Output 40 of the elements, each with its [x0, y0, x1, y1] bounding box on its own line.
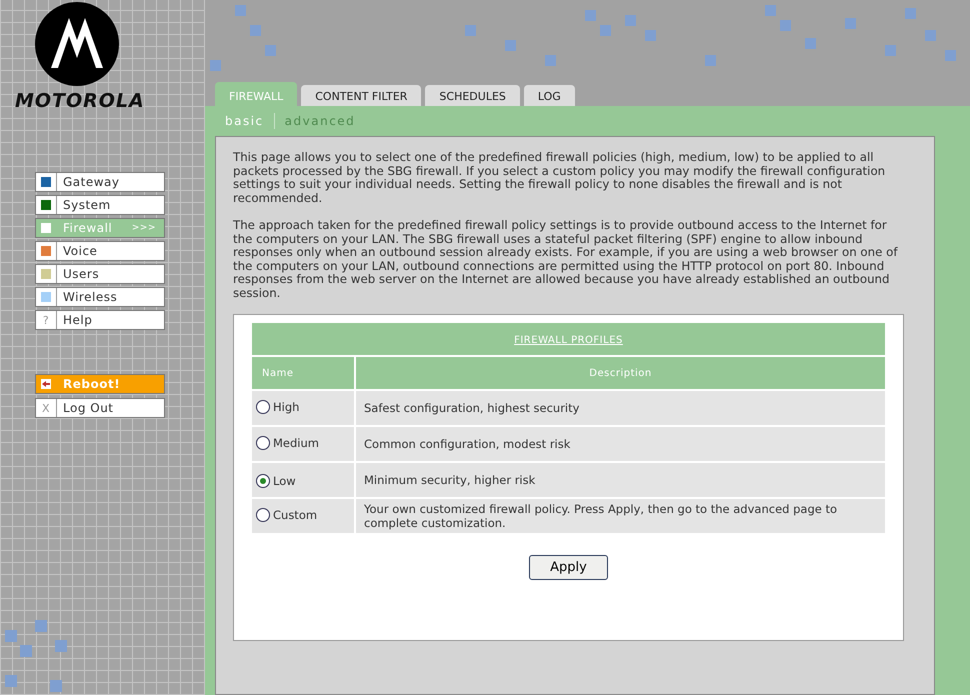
sidebar-label: Gateway — [62, 175, 121, 189]
column-header: Description — [355, 356, 885, 390]
apply-button[interactable]: Apply — [529, 555, 608, 580]
description-text: This page allows you to select one of the predefined firewall policies (high, medium, low) to be applied to all packets processed by the SBG firewall. If you select a custom policy you may modify the firewall configuration settings to suit your individual needs. Setting the firewall policy to none disables the firewall and is not recommended. — [233, 151, 886, 205]
logo-icon — [35, 2, 119, 86]
radio-button[interactable] — [256, 474, 270, 488]
tab[interactable]: SCHEDULES — [425, 85, 520, 106]
radio-button[interactable] — [256, 436, 270, 450]
reboot-label: Reboot! — [62, 377, 122, 391]
sidebar-label: Help — [62, 313, 94, 327]
tab[interactable]: CONTENT FILTER — [301, 85, 422, 106]
radio-button[interactable] — [256, 508, 270, 522]
tab[interactable]: LOG — [524, 85, 575, 106]
sidebar-item[interactable]: Gateway — [35, 172, 165, 192]
sidebar-item[interactable]: Users — [35, 264, 165, 284]
radio-option[interactable]: Low — [253, 474, 296, 488]
table-cell: Safest configuration, highest security — [355, 390, 885, 426]
brand-name: MOTOROLA — [15, 90, 145, 112]
column-header: Name — [252, 356, 355, 390]
sidebar-item[interactable]: System — [35, 195, 165, 215]
description-text: The approach taken for the predefined firewall policy settings is to provide outbound access to the Internet for the computers on your LAN. The SBG firewall uses a stateful packet filtering (SPF) engine to allow inbound responses only when an outbound session already exists. For example, if you are using a web browser on one of the computers on your LAN, outbound connections are permitted using the HTTP protocol on port 80. Inbound responses from the web server on the Internet are allowed because you have already established an outbound session. — [233, 219, 899, 300]
logout-button[interactable]: X Log Out — [35, 398, 165, 418]
sidebar-label: Voice — [62, 244, 98, 258]
table-cell: Your own customized firewall policy. Press Apply, then go to the advanced page to complete customization. — [355, 498, 885, 534]
chevrons-icon: >>> — [132, 223, 164, 233]
radio-button[interactable] — [256, 400, 270, 414]
sidebar-item[interactable]: Wireless — [35, 287, 165, 307]
radio-option[interactable]: High — [253, 400, 300, 414]
help-icon: ? — [42, 314, 50, 326]
table-cell: Minimum security, higher risk — [355, 462, 885, 498]
sidebar-item[interactable]: Voice — [35, 241, 165, 261]
logout-label: Log Out — [62, 401, 115, 415]
back-arrow-icon — [41, 379, 51, 389]
sidebar-label: Firewall — [62, 221, 114, 235]
sidebar-label: System — [62, 198, 112, 212]
sidebar-item[interactable]: ? Help — [35, 310, 165, 330]
table-cell: Common configuration, modest risk — [355, 426, 885, 462]
sidebar-label: Users — [62, 267, 100, 281]
close-icon: X — [42, 402, 50, 414]
sidebar-label: Wireless — [62, 290, 118, 304]
